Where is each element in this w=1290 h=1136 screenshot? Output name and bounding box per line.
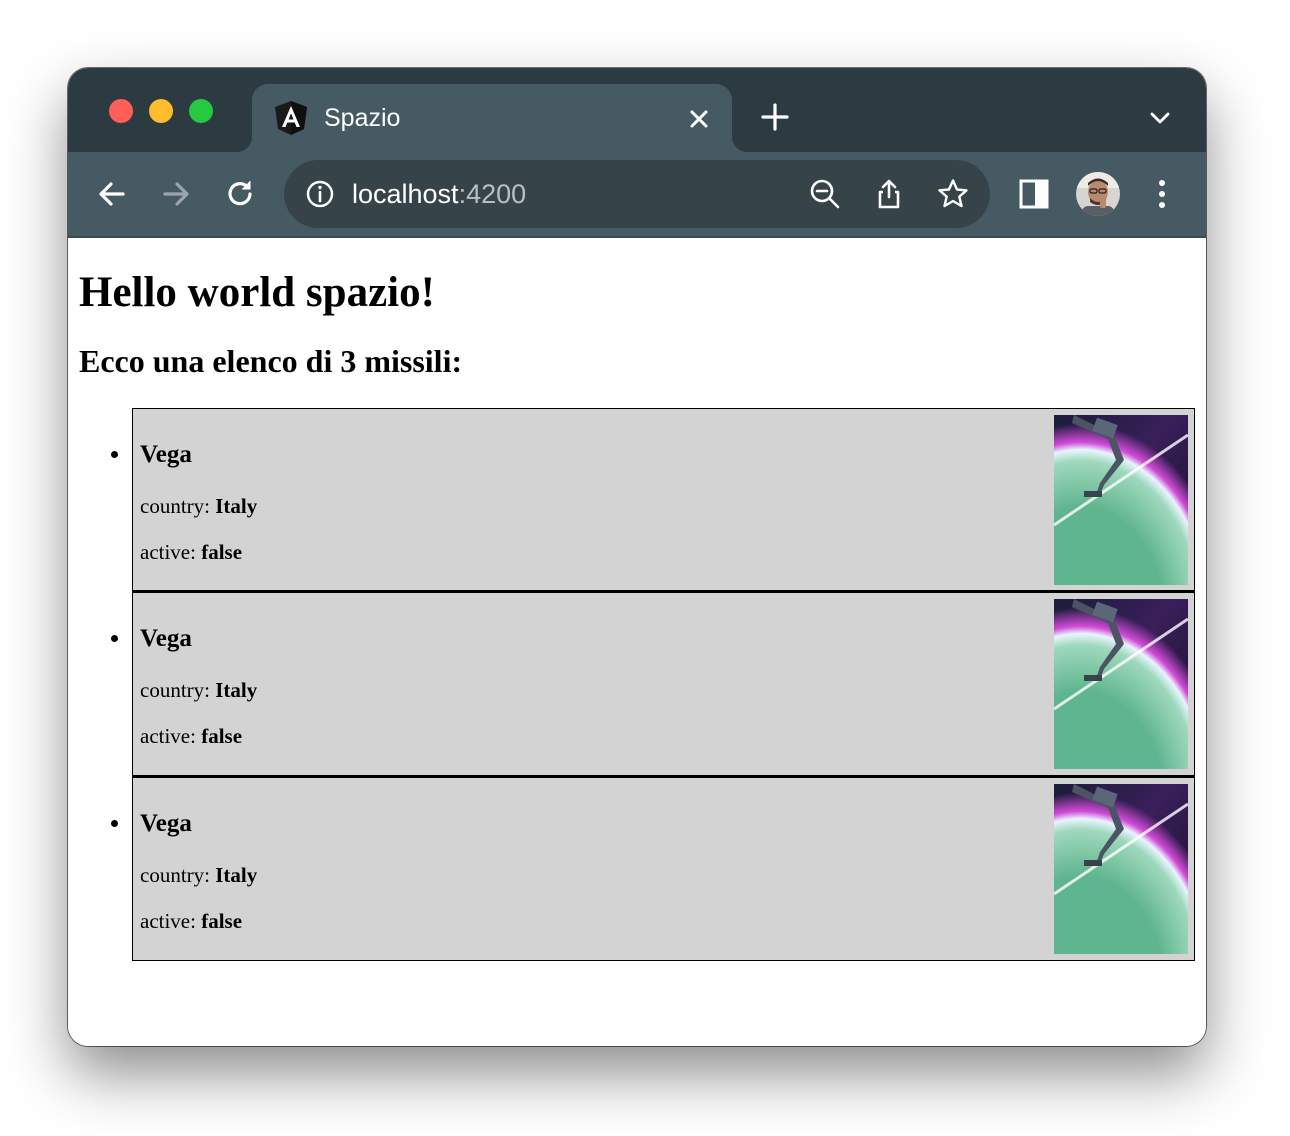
- missile-item: Vega country: Italy active: false: [111, 591, 1195, 776]
- list-bullet: [111, 451, 118, 458]
- side-panel-icon[interactable]: [1017, 177, 1051, 211]
- info-icon[interactable]: [304, 178, 336, 210]
- missile-list: Vega country: Italy active: false Vega c…: [111, 408, 1195, 961]
- active-value: false: [201, 724, 243, 748]
- share-icon[interactable]: [872, 177, 906, 211]
- avatar-photo: [1076, 172, 1120, 216]
- chevron-down-icon[interactable]: [1146, 104, 1174, 132]
- back-arrow-icon[interactable]: [95, 177, 129, 211]
- country-label: country:: [140, 678, 216, 702]
- url-text[interactable]: localhost:4200: [352, 177, 526, 211]
- missile-country: country: Italy: [140, 676, 257, 704]
- tab-strip: Spazio: [68, 68, 1206, 152]
- active-value: false: [201, 909, 243, 933]
- zoom-out-icon[interactable]: [808, 177, 842, 211]
- country-label: country:: [140, 863, 216, 887]
- missile-name: Vega: [140, 441, 192, 468]
- active-label: active:: [140, 724, 202, 748]
- address-bar[interactable]: localhost:4200: [284, 160, 990, 228]
- country-value: Italy: [215, 678, 258, 702]
- missile-item: Vega country: Italy active: false: [111, 408, 1195, 591]
- missile-name: Vega: [140, 810, 192, 837]
- browser-toolbar: localhost:4200: [68, 152, 1206, 238]
- page-title: Hello world spazio!: [79, 269, 435, 316]
- country-label: country:: [140, 494, 216, 518]
- missile-image: [1054, 784, 1188, 954]
- missile-name: Vega: [140, 625, 192, 652]
- missile-country: country: Italy: [140, 861, 257, 889]
- angular-icon: [275, 101, 307, 135]
- url-host: localhost: [352, 179, 459, 209]
- list-bullet: [111, 635, 118, 642]
- missile-active: active: false: [140, 538, 242, 566]
- active-label: active:: [140, 909, 202, 933]
- forward-arrow-icon[interactable]: [159, 177, 193, 211]
- more-menu-icon[interactable]: [1145, 177, 1179, 211]
- missile-country: country: Italy: [140, 492, 257, 520]
- url-port: :4200: [458, 179, 527, 209]
- profile-avatar[interactable]: [1076, 172, 1120, 216]
- minimize-window-button[interactable]: [149, 99, 173, 123]
- close-window-button[interactable]: [109, 99, 133, 123]
- page-content: Hello world spazio! Ecco una elenco di 3…: [68, 238, 1206, 1046]
- page-subtitle: Ecco una elenco di 3 missili:: [79, 343, 463, 379]
- missile-active: active: false: [140, 722, 242, 750]
- country-value: Italy: [215, 863, 258, 887]
- tab-title: Spazio: [324, 104, 401, 132]
- tab-spazio[interactable]: Spazio: [236, 84, 748, 152]
- bookmark-star-icon[interactable]: [936, 177, 970, 211]
- missile-item: Vega country: Italy active: false: [111, 776, 1195, 961]
- active-value: false: [201, 540, 243, 564]
- zoom-window-button[interactable]: [189, 99, 213, 123]
- country-value: Italy: [215, 494, 258, 518]
- list-bullet: [111, 820, 118, 827]
- active-label: active:: [140, 540, 202, 564]
- reload-icon[interactable]: [223, 177, 257, 211]
- close-icon[interactable]: [684, 104, 714, 134]
- missile-image: [1054, 415, 1188, 585]
- new-tab-plus-icon[interactable]: [760, 102, 790, 132]
- missile-image: [1054, 599, 1188, 769]
- browser-window: Spazio localhost:4200 Hello world spazio…: [68, 68, 1206, 1046]
- missile-active: active: false: [140, 907, 242, 935]
